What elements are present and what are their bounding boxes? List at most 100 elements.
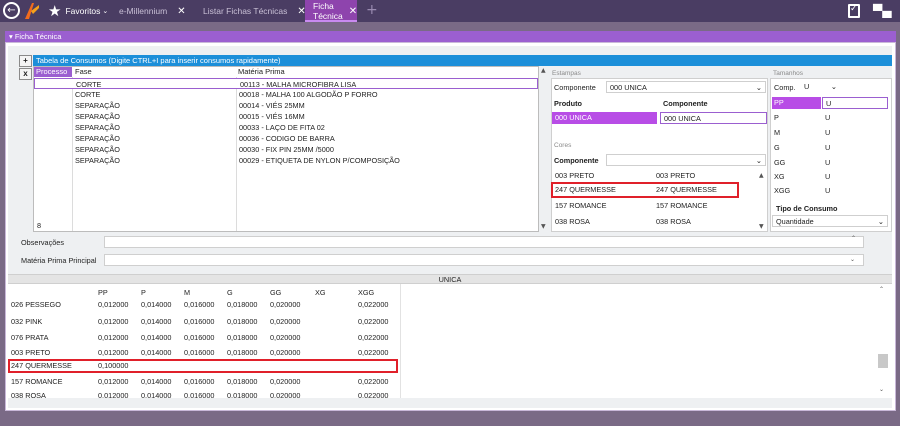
col-materia-prima[interactable]: Matéria Prima	[236, 67, 538, 77]
value-cell[interactable]: 0,014000	[141, 375, 171, 389]
chevron-down-icon[interactable]: ⌄	[879, 386, 884, 393]
value-cell[interactable]: 0,020000	[270, 331, 300, 345]
tamanho-comp-cell[interactable]: U	[825, 185, 830, 197]
value-cell[interactable]: 0,014000	[141, 331, 171, 345]
value-cell[interactable]: 0,018000	[227, 375, 257, 389]
value-cell[interactable]: 0,018000	[227, 298, 257, 312]
scroll-down-icon[interactable]: ▼	[541, 223, 546, 230]
value-cell[interactable]: 0,020000	[270, 389, 300, 398]
back-arrow-icon[interactable]: ←	[3, 2, 20, 19]
chevron-up-icon[interactable]: ⌃	[851, 235, 856, 242]
value-cell[interactable]: 0,012000	[98, 346, 128, 360]
cor-componente[interactable]: 038 ROSA	[656, 216, 691, 228]
close-icon[interactable]: ✕	[177, 6, 185, 17]
table-row-highlighted[interactable]: 247 QUERMESSE 0,100000	[8, 359, 398, 373]
table-row[interactable]: SEPARAÇÃO 00030 - FIX PIN 25MM /5000	[34, 144, 538, 155]
scroll-up-icon[interactable]: ▲	[541, 67, 546, 74]
scroll-down-icon[interactable]: ▼	[759, 223, 764, 230]
value-cell[interactable]: 0,016000	[184, 331, 214, 345]
cor-produto[interactable]: 003 PRETO	[555, 170, 594, 182]
scroll-thumb[interactable]	[878, 354, 888, 368]
tamanho-comp-cell[interactable]: U	[825, 112, 830, 124]
value-cell[interactable]: 0,022000	[358, 298, 388, 312]
value-cell[interactable]: 0,016000	[184, 298, 214, 312]
col-processo[interactable]: Processo	[34, 67, 72, 77]
close-icon[interactable]: ✕	[349, 6, 357, 17]
panel-title[interactable]: ▾ Ficha Técnica	[5, 31, 896, 42]
tamanho-comp-cell[interactable]: U	[825, 142, 830, 154]
materia-principal-select[interactable]	[104, 254, 864, 266]
tamanho-cell[interactable]: G	[774, 142, 780, 154]
table-row[interactable]: SEPARAÇÃO 00033 - LAÇO DE FITA 02	[34, 122, 538, 133]
tamanho-comp-cell[interactable]: U	[822, 97, 888, 109]
value-cell[interactable]: 0,020000	[270, 346, 300, 360]
tamanho-comp-cell[interactable]: U	[825, 157, 830, 169]
value-cell[interactable]: 0,012000	[98, 298, 128, 312]
cor-componente[interactable]: 003 PRETO	[656, 170, 695, 182]
chevron-down-icon[interactable]: ⌄	[850, 256, 855, 263]
cor-produto[interactable]: 038 ROSA	[555, 216, 590, 228]
table-row[interactable]: CORTE 00018 - MALHA 100 ALGODÃO P FORRO	[34, 89, 538, 100]
tasks-icon[interactable]	[848, 4, 860, 18]
value-cell[interactable]: 0,022000	[358, 375, 388, 389]
table-row[interactable]: SEPARAÇÃO 00014 - VIÉS 25MM	[34, 100, 538, 111]
cores-componente-select[interactable]: ⌄	[606, 154, 766, 166]
value-cell[interactable]: 0,014000	[141, 315, 171, 329]
observacoes-field[interactable]	[104, 236, 864, 248]
value-cell[interactable]: 0,012000	[98, 389, 128, 398]
value-cell[interactable]: 0,012000	[98, 375, 128, 389]
tamanho-cell[interactable]: GG	[774, 157, 785, 169]
comp-select[interactable]: U ⌄	[801, 81, 839, 93]
table-row[interactable]: SEPARAÇÃO 00029 - ETIQUETA DE NYLON P/CO…	[34, 155, 538, 166]
cor-componente[interactable]: 157 ROMANCE	[656, 200, 708, 212]
tamanho-cell[interactable]: P	[774, 112, 779, 124]
value-cell[interactable]: 0,020000	[270, 298, 300, 312]
table-row[interactable]: CORTE 00113 - MALHA MICROFIBRA LISA	[34, 78, 538, 89]
table-row[interactable]: SEPARAÇÃO 00015 - VIÉS 16MM	[34, 111, 538, 122]
value-cell[interactable]: 0,016000	[184, 346, 214, 360]
chat-icon[interactable]: ▀▄	[873, 4, 893, 18]
value-cell[interactable]: 0,022000	[358, 346, 388, 360]
value-cell[interactable]: 0,020000	[270, 375, 300, 389]
value-cell[interactable]: 0,022000	[358, 331, 388, 345]
tamanho-comp-cell[interactable]: U	[825, 171, 830, 183]
tab-e-millennium[interactable]: e-Millennium ✕	[111, 0, 194, 22]
value-cell[interactable]: 0,022000	[358, 389, 388, 398]
tipo-consumo-select[interactable]: Quantidade ⌄	[772, 215, 888, 227]
value-cell[interactable]: 0,018000	[227, 346, 257, 360]
table-row[interactable]: 038 ROSA 0,012000 0,014000 0,016000 0,01…	[8, 389, 400, 398]
table-row[interactable]: 026 PESSEGO 0,012000 0,014000 0,016000 0…	[8, 298, 400, 312]
estampa-produto-cell[interactable]: 000 UNICA	[552, 112, 657, 124]
value-cell[interactable]: 0,100000	[98, 361, 128, 371]
value-cell[interactable]: 0,022000	[358, 315, 388, 329]
tab-ficha-tecnica[interactable]: Ficha Técnica ✕	[305, 0, 357, 22]
chevron-up-icon[interactable]: ⌃	[879, 286, 884, 293]
estampa-componente-cell[interactable]: 000 UNICA	[660, 112, 767, 124]
value-cell[interactable]: 0,012000	[98, 315, 128, 329]
app-logo-icon[interactable]	[25, 3, 39, 19]
table-row[interactable]: 157 ROMANCE 0,012000 0,014000 0,016000 0…	[8, 375, 400, 389]
scroll-up-icon[interactable]: ▲	[759, 172, 764, 179]
value-cell[interactable]: 0,018000	[227, 315, 257, 329]
grid-scrollbar[interactable]: ⌃ ⌄	[877, 284, 889, 398]
value-cell[interactable]: 0,014000	[141, 389, 171, 398]
value-cell[interactable]: 0,020000	[270, 315, 300, 329]
tab-listar-fichas[interactable]: Listar Fichas Técnicas ✕	[195, 0, 314, 22]
value-cell[interactable]: 0,018000	[227, 389, 257, 398]
componente-select[interactable]: 000 UNICA ⌄	[606, 81, 766, 93]
value-cell[interactable]: 0,014000	[141, 346, 171, 360]
table-row[interactable]: 003 PRETO 0,012000 0,014000 0,016000 0,0…	[8, 346, 400, 360]
delete-row-button[interactable]: x	[19, 68, 32, 80]
table-row[interactable]: SEPARAÇÃO 00036 - CODIGO DE BARRA	[34, 133, 538, 144]
value-cell[interactable]: 0,012000	[98, 331, 128, 345]
tamanho-cell[interactable]: M	[774, 127, 780, 139]
value-cell[interactable]: 0,014000	[141, 298, 171, 312]
table-row[interactable]: 032 PINK 0,012000 0,014000 0,016000 0,01…	[8, 315, 400, 329]
value-cell[interactable]: 0,016000	[184, 389, 214, 398]
value-cell[interactable]: 0,016000	[184, 375, 214, 389]
add-row-button[interactable]: +	[19, 55, 32, 67]
tamanho-cell[interactable]: PP	[772, 97, 821, 109]
value-cell[interactable]: 0,018000	[227, 331, 257, 345]
favorites-menu[interactable]: ★ Favoritos ⌄	[48, 2, 108, 20]
new-tab-icon[interactable]: +	[366, 2, 378, 18]
